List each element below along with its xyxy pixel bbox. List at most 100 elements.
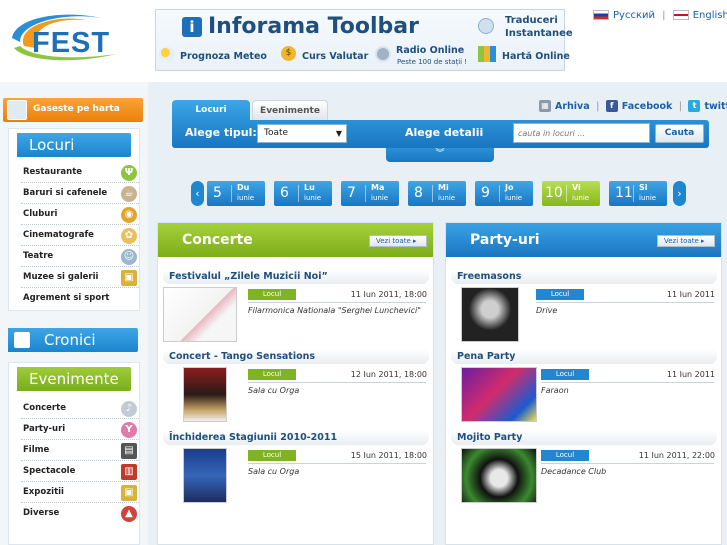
picture-icon: ▣ <box>121 485 137 501</box>
event-item[interactable]: Mojito Party Locul 11 Iun 2011, 22:00 De… <box>451 430 717 503</box>
day-button[interactable]: 9 Jo iunie <box>475 181 533 206</box>
party-header: Party-uri Vezi toate ▸ <box>446 223 721 257</box>
toolbar-radio-sub: Peste 100 de stații ! <box>397 58 468 66</box>
lang-ru[interactable]: Русский <box>613 10 655 21</box>
event-thumbnail[interactable] <box>163 287 237 342</box>
sidebar-item-filme[interactable]: Filme ▤ <box>21 440 139 461</box>
event-title[interactable]: Freemasons <box>451 269 717 284</box>
event-title[interactable]: Mojito Party <box>451 430 717 445</box>
event-item[interactable]: Închiderea Stagiunii 2010-2011 Locul 15 … <box>163 430 429 503</box>
tab-locuri[interactable]: Locuri <box>172 100 250 120</box>
social-links: ▦Arhiva | fFacebook | ttwitter <box>539 100 727 112</box>
day-button[interactable]: 11 Si iunie <box>609 181 667 206</box>
guitar-icon: ♪ <box>121 401 137 417</box>
toolbar-traduceri[interactable]: Traduceri <box>505 15 558 26</box>
search-bar: Alege tipul: Toate ▼ Alege detalii Cauta <box>172 120 709 148</box>
toolbar-item-valutar[interactable]: Curs Valutar <box>302 51 368 62</box>
concerte-title[interactable]: Concerte <box>182 232 253 248</box>
fest-logo[interactable]: FEST <box>6 8 141 68</box>
event-thumbnail[interactable] <box>183 448 227 503</box>
sidebar-item-agrement[interactable]: Agrement si sport <box>21 288 139 309</box>
event-item[interactable]: Freemasons Locul 11 Iun 2011 Drive <box>451 269 717 342</box>
event-place[interactable]: Filarmonica Nationala "Serghei Lunchevic… <box>248 306 426 315</box>
event-thumbnail[interactable] <box>461 287 519 342</box>
event-place[interactable]: Sala cu Orga <box>248 467 426 476</box>
party-vezi-toate-button[interactable]: Vezi toate ▸ <box>657 235 715 247</box>
date-next-button[interactable]: › <box>673 181 686 206</box>
evenimente-title[interactable]: Evenimente <box>17 367 131 391</box>
locuri-title[interactable]: Locuri <box>17 133 131 157</box>
sidebar-item-teatre[interactable]: Teatre ☺ <box>21 246 139 267</box>
map-icon <box>478 46 496 62</box>
search-widget: Locuri Evenimente ▦ Arhiva | f Facebook | … <box>172 100 727 162</box>
inforama-toolbar-banner[interactable]: i Inforama Toolbar Traduceri Instantanee… <box>155 9 573 71</box>
sidebar-item-party[interactable]: Party-uri Y <box>21 419 139 440</box>
sidebar-item-diverse[interactable]: Diverse ▲ <box>21 503 139 524</box>
toolbar-title: Inforama Toolbar <box>208 14 419 39</box>
cronici-pen-icon <box>14 332 30 348</box>
day-button[interactable]: 7 Ma iunie <box>341 181 399 206</box>
day-button[interactable]: 6 Lu iunie <box>274 181 332 206</box>
event-item[interactable]: Festivalul „Zilele Muzicii Noi” Locul 11… <box>163 269 429 342</box>
sidebar-item-concerte[interactable]: Concerte ♪ <box>21 398 139 419</box>
translate-icon <box>478 18 494 34</box>
facebook-link[interactable]: f Facebook <box>605 100 672 112</box>
search-button[interactable]: Cauta <box>655 124 704 143</box>
tab-evenimente[interactable]: Evenimente <box>252 100 328 120</box>
twitter-link[interactable]: ttwitter <box>688 100 727 112</box>
twitter-icon: t <box>688 100 701 112</box>
event-thumbnail[interactable] <box>461 367 537 422</box>
event-date: 11 Iun 2011 <box>666 370 715 379</box>
arhiva-link[interactable]: ▦ Arhiva <box>539 100 590 112</box>
event-thumbnail[interactable] <box>461 448 537 503</box>
event-thumbnail[interactable] <box>183 367 227 422</box>
day-button[interactable]: 5 Du iunie <box>207 181 265 206</box>
calendar-icon: ▦ <box>539 100 551 112</box>
event-date: 12 Iun 2011, 18:00 <box>350 370 427 379</box>
sidebar-item-baruri[interactable]: Baruri si cafenele ☕ <box>21 183 139 204</box>
lang-en[interactable]: English <box>693 10 727 21</box>
concerte-vezi-toate-button[interactable]: Vezi toate ▸ <box>369 235 427 247</box>
event-item[interactable]: Concert - Tango Sensations Locul 12 Iun … <box>163 349 429 422</box>
toolbar-item-harta[interactable]: Hartă Online <box>502 51 570 62</box>
party-title[interactable]: Party-uri <box>470 232 540 248</box>
sidebar-item-cluburi[interactable]: Cluburi ◉ <box>21 204 139 225</box>
sidebar-item-cinematografe[interactable]: Cinematografe ✿ <box>21 225 139 246</box>
chevron-right-icon: › <box>677 187 682 200</box>
evenimente-panel: Evenimente Concerte ♪ Party-uri Y Filme ▤ S… <box>8 362 140 545</box>
type-select[interactable]: Toate ▼ <box>257 124 347 143</box>
day-button[interactable]: 8 Mi iunie <box>408 181 466 206</box>
map-button[interactable]: Gaseste pe harta <box>3 98 143 122</box>
party-section: Party-uri Vezi toate ▸ Freemasons Locul … <box>445 222 722 545</box>
alege-detalii-label: Alege detalii <box>405 126 484 139</box>
event-title[interactable]: Concert - Tango Sensations <box>163 349 429 364</box>
event-item[interactable]: Pena Party Locul 11 Iun 2011 Faraon <box>451 349 717 422</box>
toolbar-instantanee[interactable]: Instantanee <box>505 28 573 39</box>
event-badge: Locul <box>248 289 296 300</box>
date-prev-button[interactable]: ‹ <box>191 181 204 206</box>
event-badge: Locul <box>541 369 589 380</box>
radio-icon <box>375 46 391 62</box>
event-title[interactable]: Pena Party <box>451 349 717 364</box>
weather-icon <box>159 47 175 61</box>
event-date: 11 Iun 2011 <box>666 290 715 299</box>
event-place[interactable]: Drive <box>536 306 714 315</box>
event-place[interactable]: Sala cu Orga <box>248 386 426 395</box>
event-title[interactable]: Festivalul „Zilele Muzicii Noi” <box>163 269 429 284</box>
stage-icon: ▥ <box>121 464 137 480</box>
event-title[interactable]: Închiderea Stagiunii 2010-2011 <box>163 430 429 445</box>
tent-icon: ▲ <box>121 506 137 522</box>
toolbar-item-radio[interactable]: Radio Online <box>396 45 464 56</box>
search-input[interactable] <box>513 123 650 143</box>
event-place[interactable]: Faraon <box>541 386 714 395</box>
expand-toggle[interactable]: ︾ <box>386 148 494 162</box>
event-place[interactable]: Decadance Club <box>541 467 714 476</box>
coffee-icon: ☕ <box>121 186 137 202</box>
sidebar-item-restaurante[interactable]: Restaurante Ψ <box>21 162 139 183</box>
toolbar-item-meteo[interactable]: Prognoza Meteo <box>180 51 267 62</box>
sidebar-item-spectacole[interactable]: Spectacole ▥ <box>21 461 139 482</box>
ru-flag-icon <box>593 10 609 20</box>
sidebar-item-expozitii[interactable]: Expozitii ▣ <box>21 482 139 503</box>
sidebar-item-muzee[interactable]: Muzee si galerii ▣ <box>21 267 139 288</box>
day-button-active[interactable]: 10 Vi iunie <box>542 181 600 206</box>
